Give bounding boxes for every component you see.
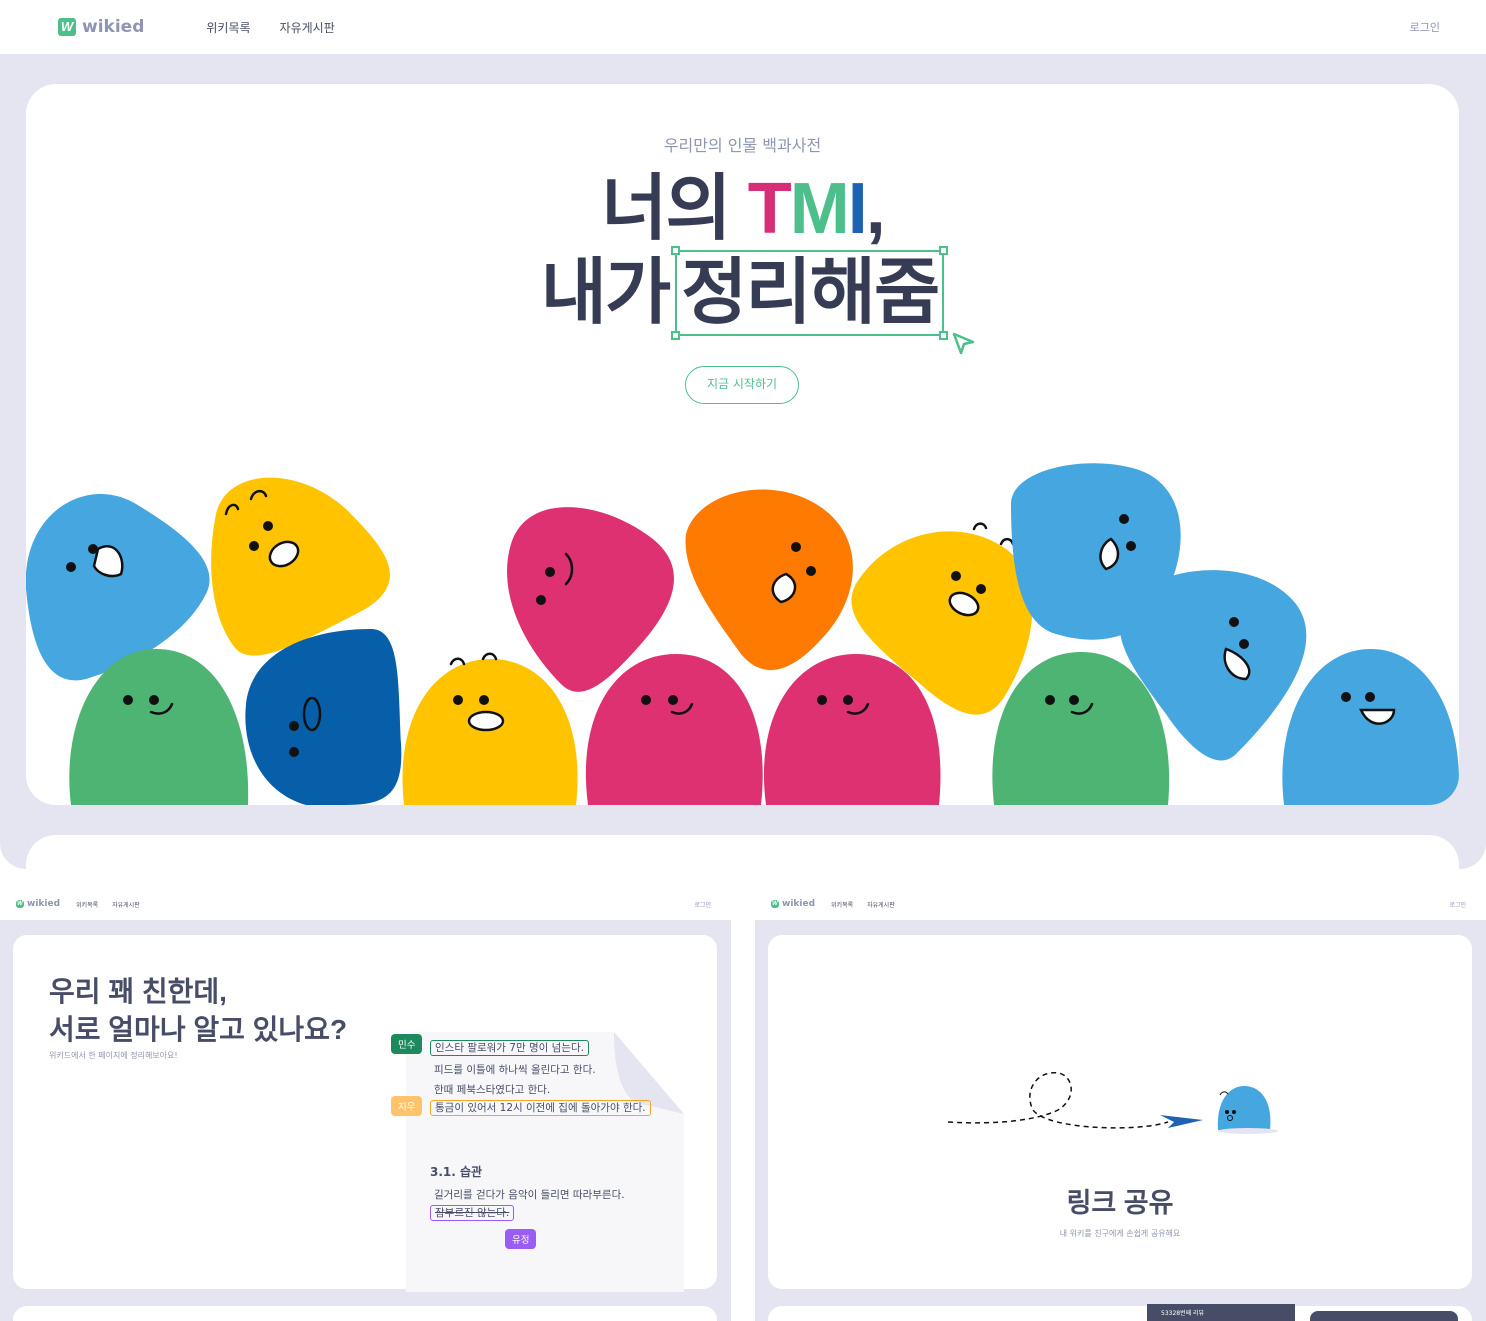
doc-line: 통금이 있어서 12시 이전에 집에 돌아가야 한다. xyxy=(430,1100,651,1116)
feature-subtitle: 위키드에서 한 페이지에 정리해보아요! xyxy=(49,1051,178,1060)
doc-line: 인스타 팔로워가 7만 명이 넘는다. xyxy=(430,1040,589,1056)
nav-item-free-board[interactable]: 자유게시판 xyxy=(280,19,335,36)
user-tag-yujeong: 유정 xyxy=(505,1229,537,1249)
selection-handle xyxy=(939,331,949,340)
wiki-document: 인스타 팔로워가 7만 명이 넘는다. 피드를 이틀에 하나씩 올린다고 한다.… xyxy=(406,1032,684,1292)
feature-title-line1: 우리 꽤 친한데, xyxy=(49,976,227,1007)
selection-handle xyxy=(671,331,681,340)
nav-menu: 위키목록 자유게시판 xyxy=(831,900,895,909)
login-link[interactable]: 로그인 xyxy=(1410,19,1440,35)
wikied-logo-icon: W xyxy=(16,900,24,908)
title-selection-box: 정리해줌 xyxy=(671,246,949,340)
logo-link[interactable]: W wikied xyxy=(16,899,60,909)
top-nav: W wikied 위키목록 자유게시판 로그인 xyxy=(0,0,1486,54)
feature-card-wiki: 우리 꽤 친한데, 서로 얼마나 알고 있나요? 위키드에서 한 페이지에 정리… xyxy=(13,935,717,1292)
user-tag-jiwoo: 지우 xyxy=(391,1096,423,1116)
title-prefix-1: 너의 xyxy=(601,169,731,249)
title-letter-m: M xyxy=(789,169,850,249)
hero-title-line2: 내가 정리해줌 xyxy=(26,246,1459,340)
feature-window-wiki: W wikied 위키목록 자유게시판 로그인 우리 꽤 친한데, 서로 얼마나… xyxy=(0,888,731,1321)
wikied-logo-icon: W xyxy=(771,900,779,908)
paper-plane-illustration xyxy=(947,1072,1278,1134)
logo-text: wikied xyxy=(782,899,816,909)
feature-card-share: 링크 공유 내 위키를 친구에게 손쉽게 공유해요 xyxy=(768,935,1472,1289)
doc-section-heading: 3.1. 습관 xyxy=(430,1165,483,1179)
doc-line: 잠부르진 않는다. xyxy=(430,1205,515,1221)
selection-handle xyxy=(671,246,681,255)
next-card xyxy=(13,1306,717,1321)
cursor-arrow-icon xyxy=(952,332,975,355)
hero-eyebrow: 우리만의 인물 백과사전 xyxy=(663,136,822,155)
logo-link[interactable]: W wikied xyxy=(771,899,815,909)
hero-title-line1: 너의 TMI, xyxy=(26,168,1459,250)
feature-title-line2: 서로 얼마나 알고 있나요? xyxy=(49,1014,348,1045)
nav-item-wiki-list[interactable]: 위키목록 xyxy=(76,900,98,909)
title-highlight: 정리해줌 xyxy=(681,253,940,333)
paper-plane-icon xyxy=(1160,1115,1203,1128)
title-comma: , xyxy=(865,169,886,249)
nav-item-wiki-list[interactable]: 위키목록 xyxy=(831,900,853,909)
logo-link[interactable]: W wikied xyxy=(58,17,144,37)
start-now-button[interactable]: 지금 시작하기 xyxy=(685,366,799,404)
mini-nav: W wikied 위키목록 자유게시판 로그인 xyxy=(0,888,731,920)
feature-title: 링크 공유 xyxy=(1066,1188,1174,1218)
nav-menu: 위키목록 자유게시판 xyxy=(76,900,140,909)
nav-item-free-board[interactable]: 자유게시판 xyxy=(112,900,140,909)
logo-text: wikied xyxy=(27,899,61,909)
hero-title: 너의 TMI, 내가 정리해줌 xyxy=(26,168,1459,340)
doc-line: 길거리를 걷다가 음악이 들리면 따라부른다. xyxy=(434,1189,625,1201)
review-counter-badge: 53328번째 리뷰 xyxy=(1147,1304,1295,1321)
character-illustration xyxy=(26,463,1459,805)
dark-panel xyxy=(1310,1311,1458,1321)
doc-line: 한때 페북스타였다고 한다. xyxy=(434,1084,551,1096)
nav-item-wiki-list[interactable]: 위키목록 xyxy=(206,19,250,36)
nav-menu: 위키목록 자유게시판 xyxy=(206,19,334,36)
feature-subtitle: 내 위키를 친구에게 손쉽게 공유해요 xyxy=(1059,1229,1181,1238)
nav-item-free-board[interactable]: 자유게시판 xyxy=(867,900,895,909)
login-link[interactable]: 로그인 xyxy=(694,900,711,909)
wikied-logo-icon: W xyxy=(58,18,76,36)
mini-nav: W wikied 위키목록 자유게시판 로그인 xyxy=(755,888,1486,920)
user-tag-minsu: 민수 xyxy=(391,1034,423,1054)
title-prefix-2: 내가 xyxy=(540,253,671,333)
next-section-card xyxy=(26,835,1459,895)
doc-line: 피드를 이틀에 하나씩 올린다고 한다. xyxy=(434,1064,596,1076)
login-link[interactable]: 로그인 xyxy=(1449,900,1466,909)
hero-card: 우리만의 인물 백과사전 너의 TMI, 내가 정리해줌 지금 시작하기 xyxy=(26,84,1459,805)
logo-text: wikied xyxy=(82,17,145,37)
title-letter-i: I xyxy=(847,169,868,249)
feature-title: 우리 꽤 친한데, 서로 얼마나 알고 있나요? xyxy=(49,973,347,1049)
title-letter-t: T xyxy=(747,169,792,249)
feature-window-share: W wikied 위키목록 자유게시판 로그인 링크 공유 내 위키를 친구에게… xyxy=(755,888,1486,1321)
selection-handle xyxy=(939,246,949,255)
